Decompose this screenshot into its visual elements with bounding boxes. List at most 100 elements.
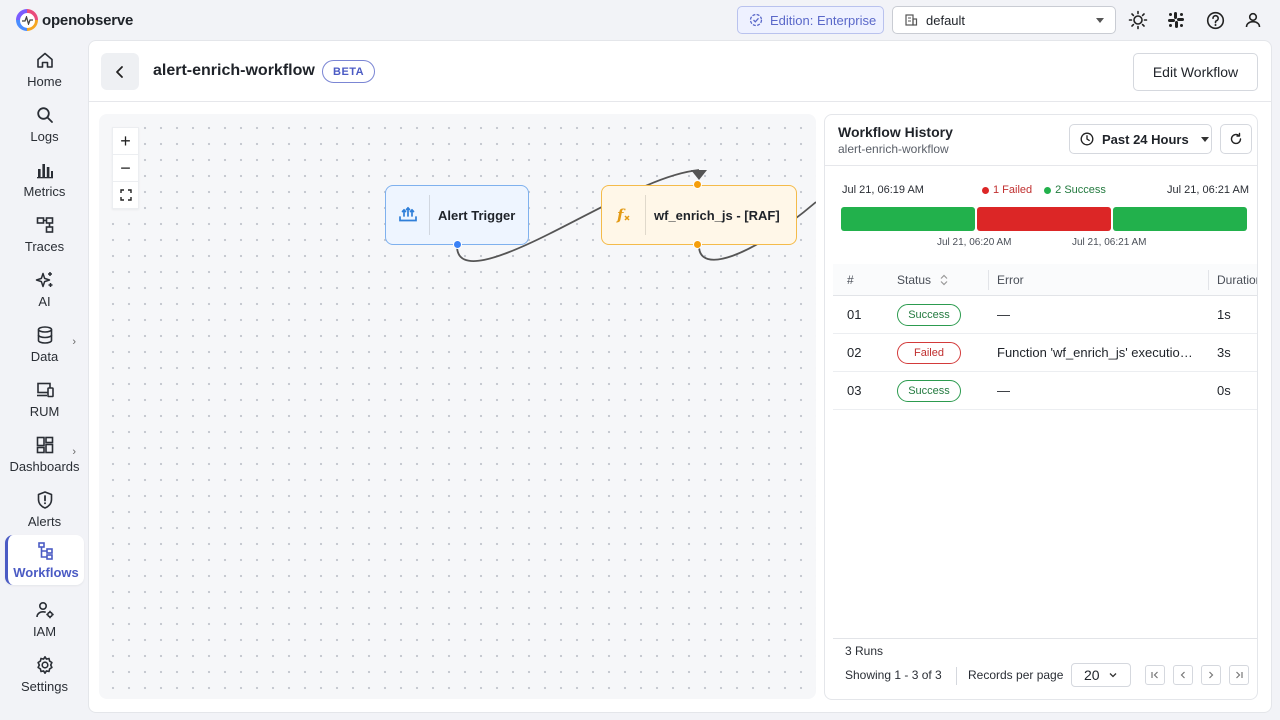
help-circle-icon [1206,11,1224,29]
sidebar-item-label: Alerts [27,513,62,529]
function-node-icon-wrap: f [602,195,646,235]
status-badge: Success [897,303,961,326]
timeline-bar-run-03[interactable] [1113,207,1247,231]
sidebar-item-label: IAM [32,623,57,639]
edition-badge[interactable]: Edition: Enterprise [737,6,884,34]
trigger-output-handle[interactable] [453,240,462,249]
time-range-select[interactable]: Past 24 Hours [1069,124,1212,154]
back-button[interactable] [101,53,139,90]
theme-toggle-button[interactable] [1127,9,1149,31]
sidebar-item-metrics[interactable]: Metrics [5,154,84,204]
sidebar-item-label: Home [27,73,62,89]
history-subtitle: alert-enrich-workflow [838,142,949,156]
user-gear-icon [35,601,54,618]
slack-button[interactable] [1165,9,1187,31]
timeline-tick-2: Jul 21, 06:21 AM [1072,237,1147,248]
sort-icon [940,274,948,285]
table-row[interactable]: 01 Success — 1s [833,296,1257,334]
building-icon [905,14,918,26]
profile-button[interactable] [1242,9,1264,31]
timeline-bars [841,207,1248,231]
column-header-num: # [847,272,854,287]
pagination-summary: Showing 1 - 3 of 3 [845,668,942,682]
sidebar-item-ai[interactable]: AI [5,264,84,314]
sidebar-item-alerts[interactable]: Alerts [5,484,84,534]
runs-table: # Status Error Duration 01 Success — 1s … [833,264,1257,410]
row-duration: 1s [1217,307,1231,322]
timeline-bar-run-02[interactable] [977,207,1111,231]
last-page-icon [1236,671,1243,679]
chevron-right-icon: › [72,446,76,458]
fit-view-button[interactable] [113,182,138,208]
logo-text: openobserve [42,11,134,29]
sidebar-item-settings[interactable]: Settings [5,649,84,699]
sidebar-item-label: Settings [21,678,68,694]
sidebar-item-traces[interactable]: Traces [5,209,84,259]
devices-icon [36,382,54,397]
gear-icon [36,655,53,674]
previous-page-button[interactable] [1173,665,1193,685]
workflow-icon [38,541,53,560]
error-message: Function 'wf_enrich_js' execution failed [997,345,1197,360]
home-icon [36,52,53,68]
openobserve-logo-icon [16,9,38,31]
records-per-page-select[interactable]: 20 [1071,663,1131,687]
function-output-handle[interactable] [693,240,702,249]
last-page-button[interactable] [1229,665,1249,685]
sidebar-item-data[interactable]: Data › [5,319,84,369]
chevron-right-icon [1209,671,1214,679]
zoom-out-button[interactable]: − [113,155,138,182]
history-title: Workflow History [838,124,953,140]
row-duration: 3s [1217,345,1231,360]
sidebar-item-dashboards[interactable]: Dashboards › [5,429,84,479]
row-error: — [997,383,1010,398]
edit-workflow-button[interactable]: Edit Workflow [1133,53,1258,91]
slack-icon [1168,12,1184,28]
alert-trigger-icon [398,206,417,222]
row-status: Success [897,372,987,409]
records-per-page-value: 20 [1084,667,1100,683]
row-number: 02 [847,345,862,360]
organization-select[interactable]: default [892,6,1116,34]
table-row[interactable]: 03 Success — 0s [833,372,1257,410]
sidebar-item-label: Data [30,348,59,364]
app-logo[interactable]: openobserve [16,9,133,31]
chevron-right-icon: › [72,336,76,348]
page-title: alert-enrich-workflow [153,62,315,79]
function-node[interactable]: f wf_enrich_js - [RAF] [601,180,797,249]
table-header: # Status Error Duration [833,264,1257,296]
search-icon [36,106,53,123]
refresh-button[interactable] [1220,124,1252,154]
sidebar-item-workflows[interactable]: Workflows [5,535,84,585]
chevron-left-icon [1180,671,1185,679]
sidebar-item-rum[interactable]: RUM [5,374,84,424]
row-duration: 0s [1217,383,1231,398]
column-header-error: Error [997,272,1024,287]
beta-badge: BETA [322,60,376,83]
node-label: wf_enrich_js - [RAF] [654,207,780,223]
sun-icon [1128,10,1148,30]
zoom-in-button[interactable]: + [113,128,138,155]
legend-success: 2 Success [1044,184,1106,196]
sidebar-item-logs[interactable]: Logs [5,99,84,149]
first-page-icon [1151,671,1158,679]
sidebar-item-home[interactable]: Home [5,44,84,94]
badge-check-icon [749,13,763,27]
status-badge: Failed [897,341,961,364]
function-input-handle[interactable] [693,180,702,189]
workflow-canvas[interactable]: + − Alert Trigger f wf_enrich_js - [RAF] [99,114,816,699]
column-header-status[interactable]: Status [897,264,987,295]
sidebar-item-iam[interactable]: IAM [5,594,84,644]
node-label: Alert Trigger [438,207,516,223]
workflow-header: alert-enrich-workflow BETA Edit Workflow [89,41,1271,102]
table-row[interactable]: 02 Failed Function 'wf_enrich_js' execut… [833,334,1257,372]
next-page-button[interactable] [1201,665,1221,685]
timeline-bar-run-01[interactable] [841,207,975,231]
help-button[interactable] [1204,9,1226,31]
first-page-button[interactable] [1145,665,1165,685]
timeline-end-label: Jul 21, 06:21 AM [1167,184,1249,196]
traces-icon [36,216,53,233]
alert-trigger-node[interactable]: Alert Trigger [385,185,529,249]
divider [833,638,1257,639]
chevron-left-icon [116,65,123,78]
